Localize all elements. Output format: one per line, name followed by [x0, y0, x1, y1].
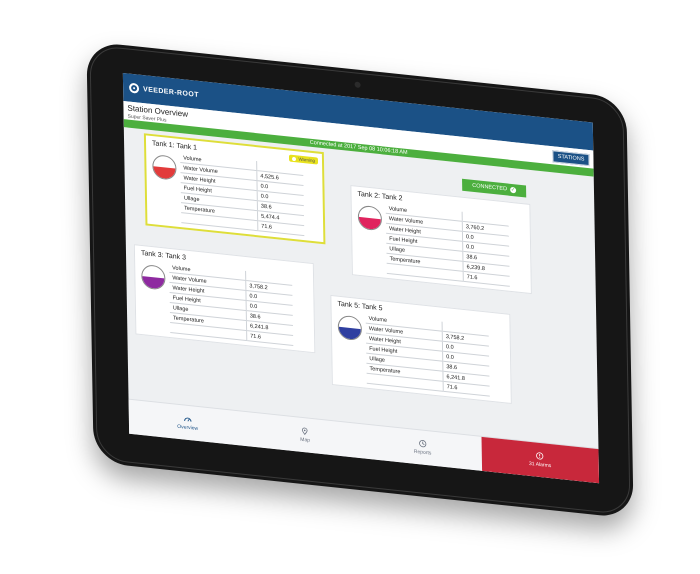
connected-label: CONNECTED: [472, 182, 508, 193]
brand-name: VEEDER-ROOT: [143, 85, 199, 99]
tank-level-gauge: [141, 263, 166, 291]
warning-icon: [292, 156, 297, 161]
nav-label: Overview: [177, 423, 199, 432]
tank-card-5[interactable]: Tank 5: Tank 5 Volume Water Volume 3,758.2…: [330, 294, 512, 405]
nav-label: 31 Alarms: [528, 460, 552, 470]
tank-card-3[interactable]: Tank 3: Tank 3 Volume Water Volume 3,758.2…: [133, 244, 316, 354]
logo-icon: [129, 82, 140, 94]
tank-level-fill: [153, 166, 176, 180]
tank-level-gauge: [152, 154, 177, 181]
tank-card-2[interactable]: Tank 2: Tank 2 Volume Water Volume 3,760.2…: [350, 184, 532, 295]
check-icon: ✓: [509, 186, 517, 194]
app-screen: VEEDER-ROOT Station Overview Super Saver…: [122, 72, 600, 484]
stations-button[interactable]: STATIONS: [552, 150, 590, 167]
tank-level-fill: [338, 326, 362, 341]
tank-readings-table: Volume Water Volume 4,525.6 Water Height 0.0…: [180, 153, 305, 236]
tank-readings-table: Volume Water Volume 3,758.2 Water Height 0.0…: [365, 313, 490, 397]
alert-icon: [536, 452, 544, 460]
tank-level-fill: [358, 216, 382, 231]
tank-card-1[interactable]: Warning Tank 1: Tank 1 Volume Water Volum…: [143, 133, 326, 245]
camera-icon: [354, 81, 361, 89]
map-pin-icon: [302, 427, 308, 436]
tank-readings-table: Volume Water Volume 3,760.2 Water Height 0.0…: [385, 203, 510, 287]
tank-level-gauge: [357, 204, 383, 232]
warning-badge: Warning: [289, 154, 319, 165]
warning-label: Warning: [298, 156, 316, 164]
tablet-device: VEEDER-ROOT Station Overview Super Saver…: [86, 41, 634, 519]
tank-readings-table: Volume Water Volume 3,758.2 Water Height 0.0…: [169, 262, 294, 346]
tank-level-fill: [142, 276, 165, 290]
nav-label: Reports: [413, 448, 432, 457]
tank-overview: CONNECTED ✓ Warning Tank 1: Tank 1 Volum…: [124, 127, 599, 449]
brand-logo: VEEDER-ROOT: [129, 82, 199, 100]
tank-level-gauge: [337, 314, 363, 342]
connected-badge: CONNECTED ✓: [462, 178, 527, 198]
nav-label: Map: [300, 436, 311, 444]
gauge-icon: [183, 417, 192, 422]
clock-icon: [418, 439, 427, 448]
